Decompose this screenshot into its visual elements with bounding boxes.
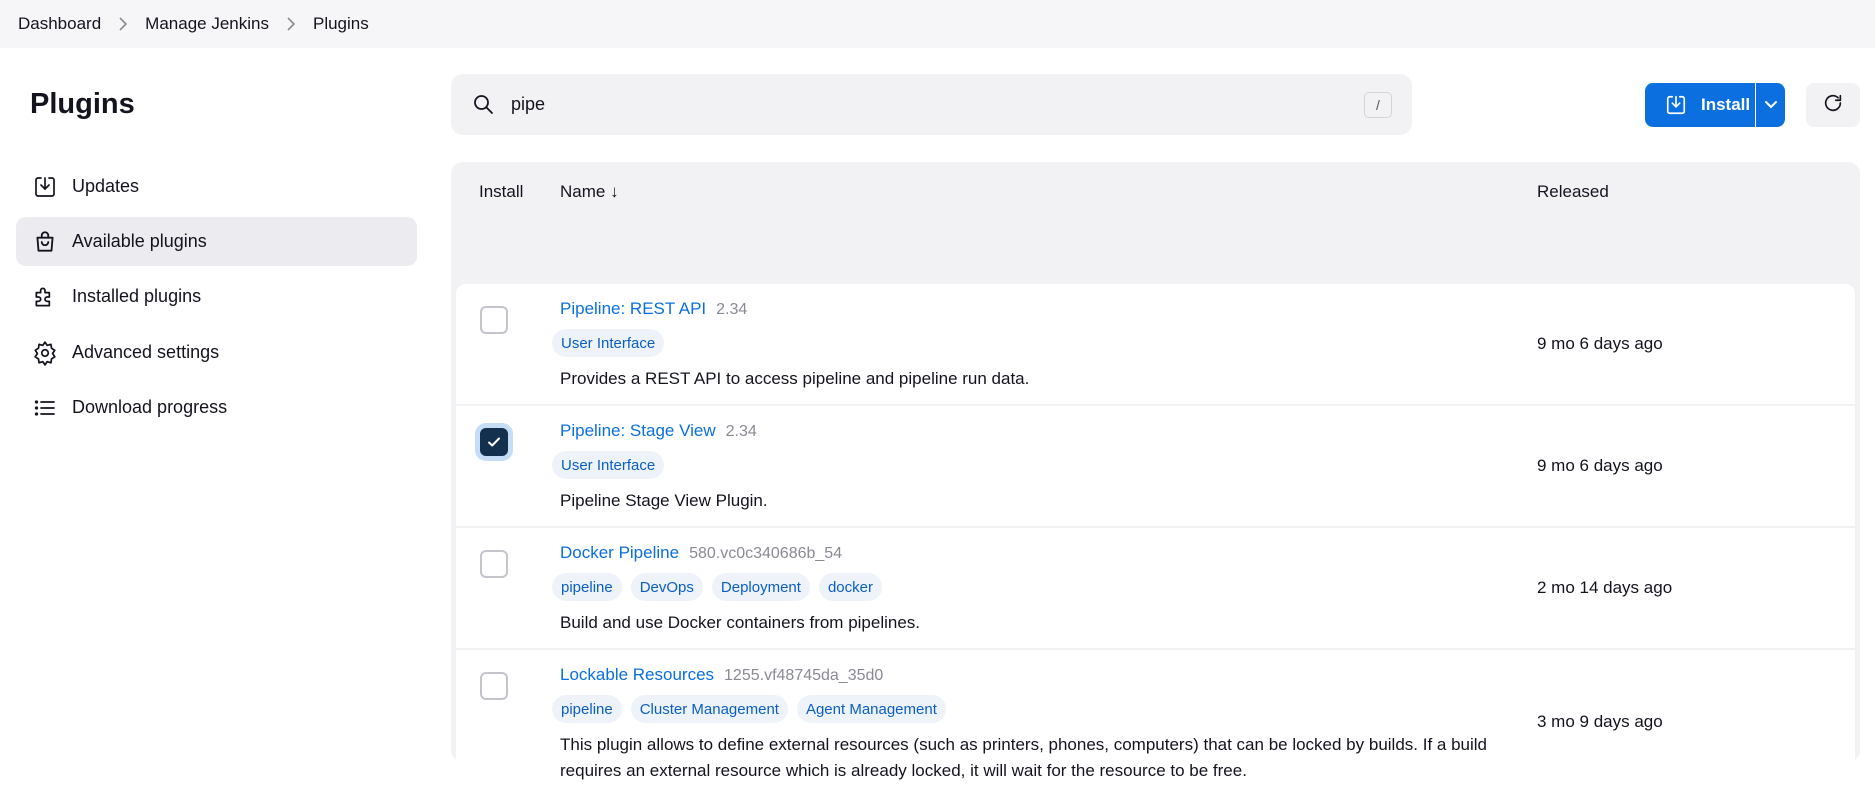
column-header-released: Released [1537, 182, 1609, 201]
plugin-version: 2.34 [716, 301, 748, 318]
sidebar-item-updates[interactable]: Updates [16, 162, 417, 211]
search-input[interactable] [511, 88, 1311, 120]
page-title: Plugins [30, 88, 135, 120]
category-tag[interactable]: pipeline [552, 573, 622, 601]
chevron-down-icon [1764, 95, 1778, 115]
gear-icon [30, 338, 60, 368]
column-header-name[interactable]: Name ↓ [560, 182, 619, 202]
search-bar: / [451, 74, 1412, 135]
install-icon [1665, 94, 1687, 116]
plugin-name-link[interactable]: Pipeline: REST API 2.34 [560, 299, 747, 319]
plugin-version: 2.34 [725, 423, 757, 440]
plugin-tags: pipeline Cluster Management Agent Manage… [552, 695, 946, 723]
sidebar-item-download-progress[interactable]: Download progress [16, 383, 417, 432]
plugin-name-link[interactable]: Pipeline: Stage View 2.34 [560, 421, 757, 441]
search-icon [471, 92, 495, 116]
plugin-description: This plugin allows to define external re… [560, 735, 1487, 780]
plugin-name: Pipeline: REST API [560, 299, 707, 318]
table-row: Pipeline: REST API 2.34 User Interface Pr… [456, 284, 1855, 404]
category-tag[interactable]: User Interface [552, 451, 665, 479]
released-date: 9 mo 6 days ago [1537, 456, 1663, 475]
category-tag[interactable]: Agent Management [796, 695, 946, 723]
released-date: 3 mo 9 days ago [1537, 712, 1663, 731]
sidebar-item-installed-plugins[interactable]: Installed plugins [16, 272, 417, 321]
plugin-description: Pipeline Stage View Plugin. [560, 491, 768, 510]
plugin-tags: User Interface [552, 451, 665, 479]
sidebar-item-label: Updates [72, 176, 140, 196]
released-date: 9 mo 6 days ago [1537, 334, 1663, 353]
plugin-description: Build and use Docker containers from pip… [560, 613, 921, 632]
table-row: Lockable Resources 1255.vf48745da_35d0 pi… [456, 650, 1855, 796]
install-checkbox[interactable] [480, 306, 508, 334]
breadcrumb-manage-jenkins[interactable]: Manage Jenkins [145, 14, 269, 34]
sidebar-item-available-plugins[interactable]: Available plugins [16, 217, 417, 266]
plugins-table: Install Name ↓ Released Pipeline: REST A… [451, 162, 1860, 796]
sidebar-item-label: Advanced settings [72, 342, 220, 362]
category-tag[interactable]: Deployment [711, 573, 810, 601]
chevron-right-icon [269, 17, 313, 31]
table-row: Pipeline: Stage View 2.34 User Interface … [456, 406, 1855, 526]
list-icon [30, 393, 60, 423]
plugin-name: Docker Pipeline [560, 543, 680, 562]
shopping-bag-icon [30, 227, 60, 257]
breadcrumb-dashboard[interactable]: Dashboard [18, 14, 101, 34]
category-tag[interactable]: pipeline [552, 695, 622, 723]
sidebar-item-label: Download progress [72, 397, 228, 417]
install-checkbox[interactable] [480, 428, 508, 456]
category-tag[interactable]: DevOps [630, 573, 703, 601]
plugin-tags: pipeline DevOps Deployment docker [552, 573, 882, 601]
keyboard-shortcut-hint: / [1364, 92, 1392, 118]
plugin-name: Lockable Resources [560, 665, 715, 684]
install-button-label: Install [1701, 95, 1751, 114]
sidebar-item-advanced-settings[interactable]: Advanced settings [16, 328, 417, 377]
category-tag[interactable]: User Interface [552, 329, 665, 357]
refresh-icon [1822, 92, 1844, 119]
checkmark-icon [488, 437, 500, 447]
plugin-name: Pipeline: Stage View [560, 421, 716, 440]
table-row: Docker Pipeline 580.vc0c340686b_54 pipeli… [456, 528, 1855, 648]
install-checkbox[interactable] [480, 672, 508, 700]
plugin-version: 1255.vf48745da_35d0 [724, 667, 884, 684]
chevron-right-icon [101, 17, 145, 31]
puzzle-icon [30, 282, 60, 312]
install-options-dropdown[interactable] [1756, 83, 1785, 127]
column-header-install: Install [479, 182, 524, 201]
sidebar-item-label: Installed plugins [72, 286, 202, 306]
breadcrumb-plugins[interactable]: Plugins [313, 14, 369, 34]
plugin-description: Provides a REST API to access pipeline a… [560, 369, 1030, 388]
install-checkbox[interactable] [480, 550, 508, 578]
download-icon [30, 172, 60, 202]
category-tag[interactable]: docker [818, 573, 882, 601]
plugin-tags: User Interface [552, 329, 665, 357]
released-date: 2 mo 14 days ago [1537, 578, 1673, 597]
category-tag[interactable]: Cluster Management [630, 695, 788, 723]
sidebar-item-label: Available plugins [72, 231, 207, 251]
plugin-version: 580.vc0c340686b_54 [689, 545, 843, 562]
refresh-button[interactable] [1806, 83, 1860, 127]
breadcrumb: Dashboard Manage Jenkins Plugins [0, 0, 1875, 48]
install-button[interactable]: Install [1645, 83, 1755, 127]
plugin-name-link[interactable]: Docker Pipeline 580.vc0c340686b_54 [560, 543, 842, 563]
plugin-name-link[interactable]: Lockable Resources 1255.vf48745da_35d0 [560, 665, 883, 685]
